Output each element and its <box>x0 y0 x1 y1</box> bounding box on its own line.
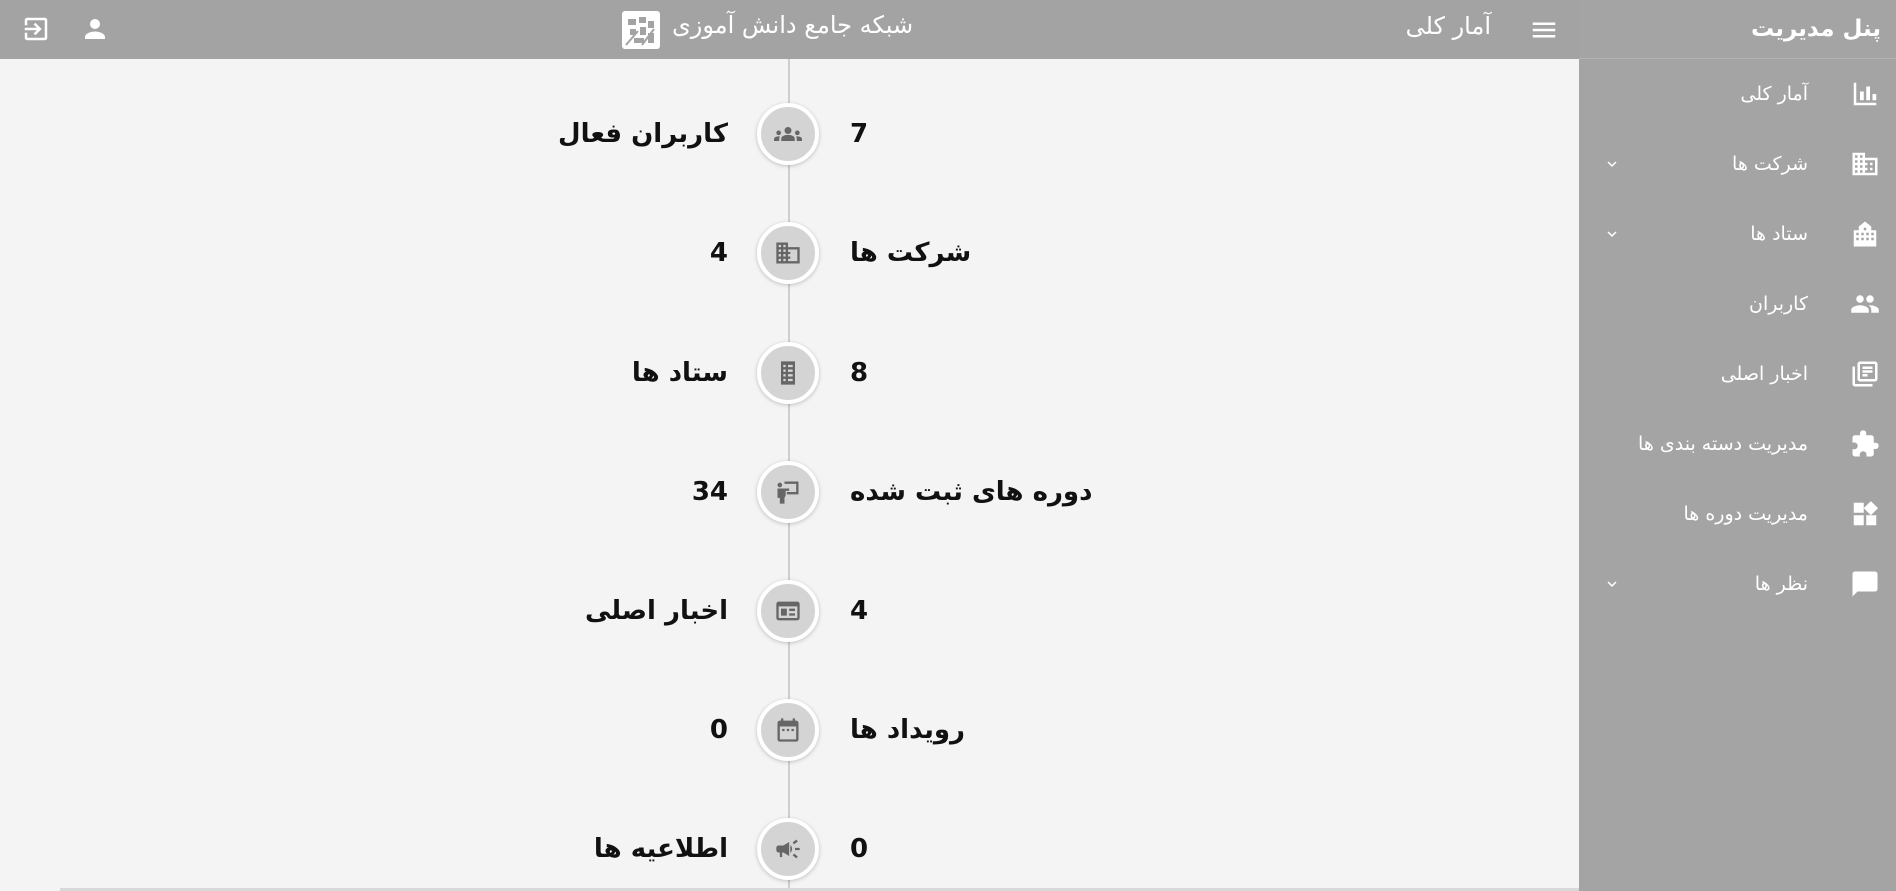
users-icon <box>1850 289 1880 319</box>
stat-circle-news <box>757 580 819 642</box>
stat-label-headquarters: ستاد ها <box>631 358 728 388</box>
site-name: شبکه جامع دانش آموزی <box>672 11 914 39</box>
sidebar-item-overview[interactable]: آمار کلی <box>1579 59 1896 129</box>
logout-icon[interactable] <box>21 14 51 44</box>
stat-circle-announcements <box>757 818 819 880</box>
megaphone-icon <box>776 839 800 859</box>
news-icon <box>776 601 800 621</box>
stat-label-news: اخبار اصلی <box>585 596 728 626</box>
stat-label-companies: شرکت ها <box>850 238 972 268</box>
hamburger-menu-icon[interactable] <box>1529 15 1559 45</box>
sidebar-item-users[interactable]: کاربران <box>1579 269 1896 339</box>
stat-value-events: 0 <box>709 715 728 745</box>
sidebar: پنل مدیریت آمار کلی شرکت ها ستاد ها کارب… <box>1579 0 1896 891</box>
stat-circle-courses <box>757 461 819 523</box>
newspaper-icon <box>1850 359 1880 389</box>
sidebar-item-label: آمار کلی <box>1740 83 1808 105</box>
stat-label-announcements: اطلاعیه ها <box>593 834 728 864</box>
stat-circle-headquarters <box>757 342 819 404</box>
sidebar-item-categories[interactable]: مدیریت دسته بندی ها <box>1579 409 1896 479</box>
sidebar-item-label: اخبار اصلی <box>1720 363 1808 385</box>
stat-value-announcements: 0 <box>850 834 869 864</box>
sidebar-item-headquarters[interactable]: ستاد ها <box>1579 199 1896 269</box>
sidebar-item-label: مدیریت دوره ها <box>1683 503 1808 525</box>
stat-label-events: رویداد ها <box>850 715 966 745</box>
stat-label-courses: دوره های ثبت شده <box>850 477 1093 507</box>
stat-value-courses: 34 <box>691 477 728 507</box>
sidebar-item-comments[interactable]: نظر ها <box>1579 549 1896 619</box>
stat-label-active-users: کاربران فعال <box>558 119 728 149</box>
headquarters-icon <box>1850 219 1880 249</box>
widgets-icon <box>1850 499 1880 529</box>
sidebar-item-label: مدیریت دسته بندی ها <box>1638 433 1808 455</box>
top-app-bar: آمار کلی شبکه جامع دانش آموزی <box>0 0 1579 59</box>
bar-chart-icon <box>1850 79 1880 109</box>
sidebar-item-label: شرکت ها <box>1732 153 1808 175</box>
teacher-board-icon <box>777 481 799 504</box>
sidebar-title: پنل مدیریت <box>1579 0 1896 59</box>
tall-building-icon <box>781 361 795 385</box>
sidebar-item-news[interactable]: اخبار اصلی <box>1579 339 1896 409</box>
group-icon <box>774 127 802 141</box>
sidebar-item-label: کاربران <box>1748 293 1808 315</box>
stat-value-active-users: 7 <box>850 119 869 149</box>
stat-value-headquarters: 8 <box>850 358 869 388</box>
stat-circle-active-users <box>757 103 819 165</box>
sidebar-item-courses[interactable]: مدیریت دوره ها <box>1579 479 1896 549</box>
puzzle-icon <box>1850 429 1880 459</box>
stat-circle-companies <box>757 222 819 284</box>
comment-icon <box>1850 569 1880 599</box>
chevron-down-icon[interactable] <box>1603 225 1621 243</box>
office-building-icon <box>1850 149 1880 179</box>
calendar-icon <box>777 718 799 742</box>
user-icon[interactable] <box>80 14 110 44</box>
chevron-down-icon[interactable] <box>1603 575 1621 593</box>
stat-value-companies: 4 <box>709 238 728 268</box>
building-icon <box>776 242 800 264</box>
sidebar-item-companies[interactable]: شرکت ها <box>1579 129 1896 199</box>
sidebar-item-label: ستاد ها <box>1750 223 1808 245</box>
stat-value-news: 4 <box>850 596 869 626</box>
chevron-down-icon[interactable] <box>1603 155 1621 173</box>
stat-circle-events <box>757 699 819 761</box>
sidebar-item-label: نظر ها <box>1754 573 1808 595</box>
site-logo <box>620 9 662 51</box>
page-title: آمار کلی <box>1405 12 1491 40</box>
